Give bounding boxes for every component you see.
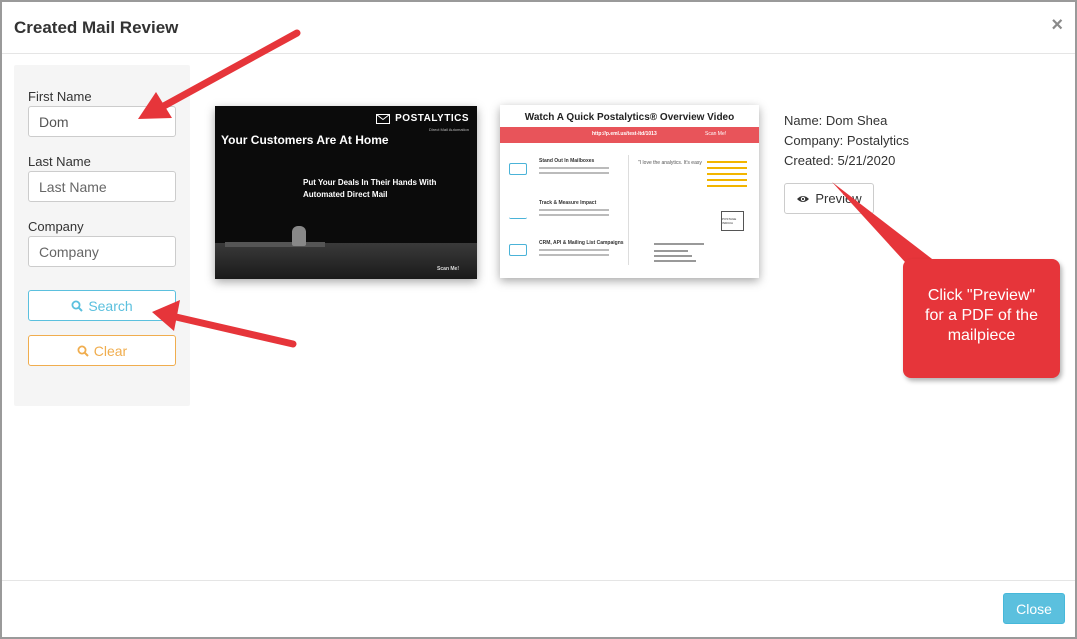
close-button[interactable]: Close bbox=[1003, 593, 1065, 624]
created-date: Created: 5/21/2020 bbox=[784, 153, 896, 168]
last-name-label: Last Name bbox=[28, 154, 91, 169]
address-barcode bbox=[654, 243, 704, 245]
eye-icon bbox=[797, 195, 810, 202]
search-button-label: Search bbox=[88, 297, 133, 314]
first-name-label: First Name bbox=[28, 89, 92, 104]
list-icon bbox=[509, 244, 527, 256]
postcard-back-item-text bbox=[539, 172, 609, 174]
address-line bbox=[654, 255, 692, 257]
recipient-company: Company: Postalytics bbox=[784, 133, 909, 148]
postcard-package bbox=[225, 242, 325, 247]
star-rating bbox=[707, 185, 747, 187]
callout-line-1: Click "Preview" bbox=[927, 287, 1036, 304]
company-label: Company bbox=[28, 219, 84, 234]
star-rating bbox=[707, 173, 747, 175]
postcard-back-quote: "I love the analytics. It's easy bbox=[638, 160, 702, 166]
address-line bbox=[654, 260, 696, 262]
clear-button-label: Clear bbox=[93, 342, 128, 359]
mail-icon bbox=[376, 113, 391, 124]
postcard-back-item-title: Stand Out In Mailboxes bbox=[539, 158, 595, 164]
star-rating bbox=[707, 179, 747, 181]
recipient-name: Name: Dom Shea bbox=[784, 113, 888, 128]
postcard-back-item-title: Track & Measure Impact bbox=[539, 200, 597, 206]
callout-line-3: mailpiece bbox=[947, 327, 1016, 344]
modal-title: Created Mail Review bbox=[14, 18, 179, 37]
clear-button[interactable]: Clear bbox=[28, 335, 176, 366]
postcard-back-item-title: CRM, API & Mailing List Campaigns bbox=[539, 240, 624, 246]
preview-button-label: Preview bbox=[815, 191, 862, 206]
search-button[interactable]: Search bbox=[28, 290, 176, 321]
address-line bbox=[654, 250, 688, 252]
chart-icon bbox=[509, 207, 527, 219]
star-rating bbox=[707, 161, 747, 163]
search-icon bbox=[77, 345, 89, 357]
postcard-figure bbox=[292, 226, 306, 246]
postcard-scan-label: Scan Me! bbox=[437, 266, 459, 272]
postcard-brand-sub: Direct Mail Automation bbox=[428, 127, 469, 132]
postcard-back-title: Watch A Quick Postalytics® Overview Vide… bbox=[524, 112, 735, 123]
preview-button[interactable]: Preview bbox=[784, 183, 874, 214]
close-icon[interactable]: × bbox=[1051, 15, 1063, 35]
postcard-front-thumbnail: POSTALYTICS Direct Mail Automation Your … bbox=[215, 106, 477, 279]
postcard-subline-1: Put Your Deals In Their Hands With bbox=[303, 178, 437, 187]
postcard-ground bbox=[215, 243, 477, 279]
postcard-subline-2: Automated Direct Mail bbox=[303, 190, 388, 199]
postcard-back-item-text bbox=[539, 249, 609, 251]
modal-header: Created Mail Review × bbox=[2, 2, 1075, 54]
postage-stamp: POSTAGE INDICIA bbox=[721, 211, 744, 231]
star-rating bbox=[707, 167, 747, 169]
first-name-input[interactable] bbox=[28, 106, 176, 137]
postcard-brand: POSTALYTICS bbox=[376, 113, 469, 124]
search-icon bbox=[71, 300, 84, 312]
postcard-brand-name: POSTALYTICS bbox=[395, 113, 469, 124]
callout-line-2: for a PDF of the bbox=[925, 307, 1038, 324]
postcard-back-scan-label: Scan Me! bbox=[705, 131, 727, 137]
postcard-back-item-text bbox=[539, 254, 609, 256]
postcard-back-item-text bbox=[539, 214, 609, 216]
mailbox-icon bbox=[509, 163, 527, 175]
postcard-back-item-text bbox=[539, 209, 609, 211]
search-panel: First Name Last Name Company Search Clea… bbox=[14, 65, 190, 406]
postcard-back-divider bbox=[628, 155, 629, 265]
preview-callout: Click "Preview" for a PDF of the mailpie… bbox=[903, 259, 1060, 378]
last-name-input[interactable] bbox=[28, 171, 176, 202]
postcard-back-item-text bbox=[539, 167, 609, 169]
modal-footer bbox=[2, 580, 1075, 637]
postcard-back-url: http://p.eml.us/test-ltd/1013 bbox=[592, 131, 657, 137]
postcard-headline: Your Customers Are At Home bbox=[221, 133, 389, 147]
company-input[interactable] bbox=[28, 236, 176, 267]
postcard-back-thumbnail: Watch A Quick Postalytics® Overview Vide… bbox=[500, 105, 759, 278]
